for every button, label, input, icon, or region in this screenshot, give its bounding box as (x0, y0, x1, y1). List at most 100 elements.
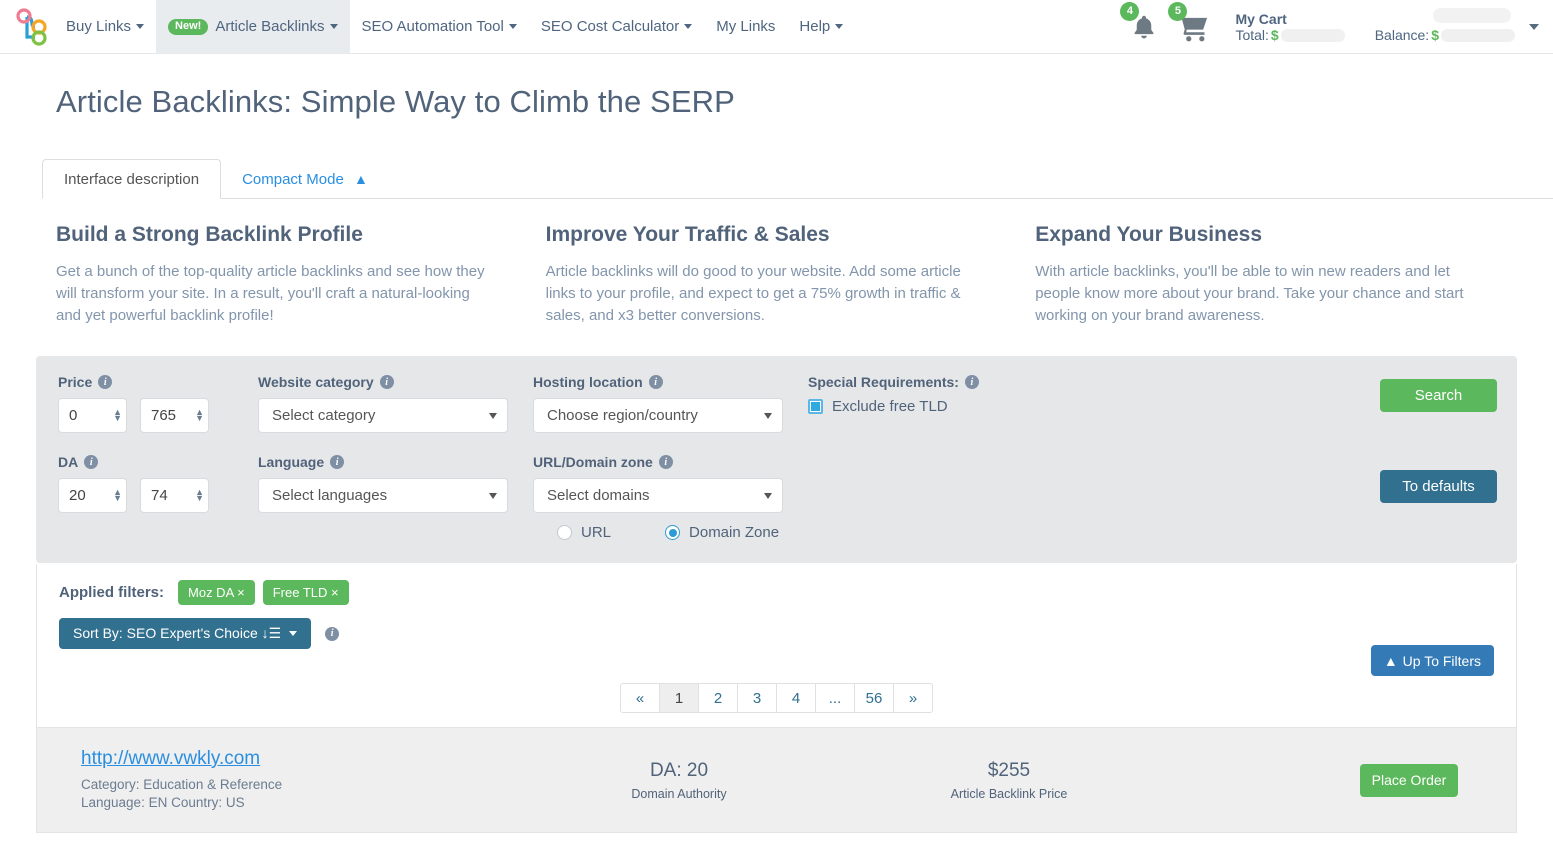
chevron-down-icon (289, 631, 298, 636)
result-price-label: Article Backlink Price (950, 786, 1068, 801)
da-max-input[interactable]: 74 ▲ ▼ (140, 478, 209, 513)
place-order-button[interactable]: Place Order (1360, 763, 1458, 797)
pagination-prev[interactable]: « (620, 683, 660, 713)
cart-button[interactable]: 5 (1168, 2, 1211, 43)
radio-domain-zone-control[interactable] (665, 525, 681, 540)
filter-label-text: Special Requirements: (808, 374, 959, 390)
filter-group-language: Language i Select languages (258, 454, 533, 541)
pagination-page-1[interactable]: 1 (659, 683, 699, 713)
radio-url[interactable]: URL (557, 524, 611, 541)
nav-item-help[interactable]: Help (787, 0, 855, 54)
da-min-input[interactable]: 20 ▲ ▼ (58, 478, 127, 513)
radio-domain-zone[interactable]: Domain Zone (665, 524, 779, 541)
feature-card: Expand Your Business With article backli… (1021, 223, 1511, 327)
search-button[interactable]: Search (1380, 379, 1497, 412)
nav-item-buy-links[interactable]: Buy Links (54, 0, 156, 54)
content-shell: Price i 0 ▲ ▼ 765 ▲ ▼ Website category i… (0, 356, 1553, 833)
feature-card: Improve Your Traffic & Sales Article bac… (532, 223, 1022, 327)
language-select-value: Select languages (272, 487, 388, 504)
price-max-stepper[interactable]: ▲ ▼ (195, 407, 204, 422)
category-select[interactable]: Select category (258, 398, 508, 433)
tab-interface-description[interactable]: Interface description (42, 159, 222, 199)
sort-by-button[interactable]: Sort By: SEO Expert's Choice ↓☰ (59, 618, 312, 649)
url-domainzone-radio-group: URL Domain Zone (533, 524, 808, 541)
chevron-double-up-icon: ▲ (353, 171, 368, 187)
nav-item-article-backlinks[interactable]: New! Article Backlinks (156, 0, 350, 54)
hosting-select[interactable]: Choose region/country (533, 398, 783, 433)
pagination-next[interactable]: » (893, 683, 933, 713)
price-min-stepper[interactable]: ▲ ▼ (113, 407, 122, 422)
filter-label-text: URL/Domain zone (533, 454, 653, 470)
tabs-container: Interface description Compact Mode ▲ (0, 159, 1553, 199)
chevron-down-icon (835, 24, 844, 29)
nav-item-label: Buy Links (66, 18, 132, 35)
pagination-ellipsis: ... (815, 683, 855, 713)
hosting-select-value: Choose region/country (547, 407, 698, 424)
filter-tag-moz-da[interactable]: Moz DA × (178, 580, 255, 605)
feature-heading: Build a Strong Backlink Profile (56, 223, 363, 246)
user-menu-chevron-down-icon[interactable] (1529, 24, 1539, 30)
result-price-column: $255 Article Backlink Price (829, 760, 1189, 801)
top-navbar: Buy Links New! Article Backlinks SEO Aut… (0, 0, 1553, 54)
notifications-button[interactable]: 4 (1120, 2, 1159, 43)
price-min-input[interactable]: 0 ▲ ▼ (58, 398, 127, 433)
chevron-down-icon (489, 492, 497, 499)
filter-label-hosting: Hosting location i (533, 374, 808, 390)
result-da-label: Domain Authority (631, 786, 727, 801)
tab-compact-mode[interactable]: Compact Mode ▲ (221, 160, 389, 198)
pagination-page-3[interactable]: 3 (737, 683, 777, 713)
chevron-double-up-icon: ▲ (1383, 652, 1398, 669)
result-url-link[interactable]: http://www.vwkly.com (81, 748, 529, 770)
filter-label-price: Price i (58, 374, 258, 390)
tab-label: Interface description (64, 171, 200, 188)
domain-zone-select[interactable]: Select domains (533, 478, 783, 513)
chevron-down-icon (489, 412, 497, 419)
radio-domain-zone-label: Domain Zone (689, 524, 780, 541)
info-icon[interactable]: i (98, 375, 113, 389)
price-range-inputs: 0 ▲ ▼ 765 ▲ ▼ (58, 398, 258, 433)
filter-group-da: DA i 20 ▲ ▼ 74 ▲ ▼ (58, 454, 258, 541)
cart-total-currency: $ (1270, 27, 1279, 43)
nav-item-label: My Links (716, 18, 776, 35)
feature-text: Get a bunch of the top-quality article b… (56, 263, 485, 324)
filter-label-special: Special Requirements: i (808, 374, 1088, 390)
radio-url-control[interactable] (557, 525, 572, 540)
info-icon[interactable]: i (325, 626, 340, 641)
info-icon[interactable]: i (648, 375, 663, 389)
up-to-filters-button[interactable]: ▲ Up To Filters (1370, 645, 1494, 676)
nav-item-my-links[interactable]: My Links (704, 0, 787, 54)
info-icon[interactable]: i (379, 375, 394, 389)
filter-group-special-requirements: Special Requirements: i Exclude free TLD (808, 374, 1088, 433)
result-price-value: $255 (987, 759, 1031, 781)
info-icon[interactable]: i (330, 455, 345, 469)
language-select[interactable]: Select languages (258, 478, 508, 513)
info-icon[interactable]: i (658, 455, 673, 469)
da-max-stepper[interactable]: ▲ ▼ (195, 487, 204, 502)
info-icon[interactable]: i (964, 375, 979, 389)
exclude-free-tld-checkbox[interactable] (808, 399, 823, 414)
balance-currency: $ (1431, 27, 1439, 43)
node-tree-logo-icon (16, 7, 47, 46)
da-min-stepper[interactable]: ▲ ▼ (113, 487, 122, 502)
pagination-page-56[interactable]: 56 (854, 683, 894, 713)
cart-total-label: Total: (1235, 27, 1269, 43)
da-min-value: 20 (69, 487, 86, 504)
pagination-page-4[interactable]: 4 (776, 683, 816, 713)
filter-tag-free-tld[interactable]: Free TLD × (262, 580, 349, 605)
feature-text: Article backlinks will do good to your w… (545, 263, 961, 324)
filter-group-price: Price i 0 ▲ ▼ 765 ▲ ▼ (58, 374, 258, 433)
price-max-input[interactable]: 765 ▲ ▼ (140, 398, 209, 433)
balance-value-redacted (1441, 28, 1515, 42)
exclude-free-tld-row[interactable]: Exclude free TLD (808, 398, 1088, 415)
domain-zone-select-value: Select domains (547, 487, 650, 504)
to-defaults-button[interactable]: To defaults (1380, 470, 1497, 503)
site-logo[interactable] (0, 0, 54, 54)
info-icon[interactable]: i (84, 455, 99, 469)
filter-label-text: Website category (258, 374, 374, 390)
feature-heading: Expand Your Business (1035, 223, 1263, 246)
nav-item-seo-cost-calculator[interactable]: SEO Cost Calculator (529, 0, 704, 54)
filter-label-language: Language i (258, 454, 533, 470)
pagination-page-2[interactable]: 2 (698, 683, 738, 713)
nav-item-seo-automation-tool[interactable]: SEO Automation Tool (350, 0, 529, 54)
result-category: Category: Education & Reference (81, 777, 283, 792)
